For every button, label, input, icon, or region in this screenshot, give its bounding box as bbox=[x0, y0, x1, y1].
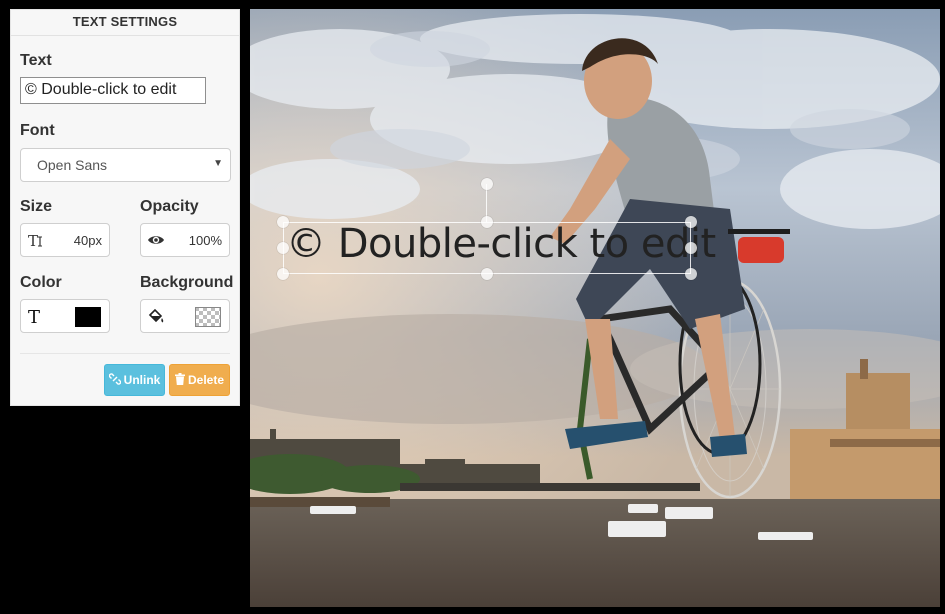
opacity-value: 100% bbox=[188, 233, 222, 248]
unlink-button[interactable]: Unlink bbox=[104, 364, 165, 396]
resize-handle-right[interactable] bbox=[685, 242, 697, 254]
text-size-icon: T bbox=[27, 231, 45, 250]
resize-handle-top[interactable] bbox=[481, 216, 493, 228]
resize-handle-left[interactable] bbox=[277, 242, 289, 254]
delete-label: Delete bbox=[187, 373, 225, 387]
size-label: Size bbox=[20, 198, 53, 215]
transparent-swatch bbox=[195, 307, 221, 327]
rotate-handle[interactable] bbox=[481, 178, 493, 190]
font-select[interactable]: Open Sans ▼ bbox=[20, 148, 231, 182]
panel-title: TEXT SETTINGS bbox=[11, 10, 239, 36]
delete-button[interactable]: Delete bbox=[169, 364, 230, 396]
background-picker[interactable] bbox=[140, 299, 230, 333]
eye-icon bbox=[147, 231, 165, 249]
color-picker[interactable]: T bbox=[20, 299, 110, 333]
svg-text:T: T bbox=[28, 307, 40, 325]
background-photo bbox=[250, 9, 940, 607]
unlink-icon bbox=[108, 372, 121, 388]
font-select-value: Open Sans bbox=[37, 157, 108, 173]
font-label: Font bbox=[20, 122, 55, 139]
resize-handle-top-left[interactable] bbox=[277, 216, 289, 228]
panel-divider bbox=[20, 353, 230, 354]
resize-handle-bottom[interactable] bbox=[481, 268, 493, 280]
opacity-label: Opacity bbox=[140, 198, 199, 215]
resize-handle-top-right[interactable] bbox=[685, 216, 697, 228]
text-label: Text bbox=[20, 52, 52, 69]
text-color-icon: T bbox=[27, 307, 45, 328]
canvas-text-overlay[interactable]: © Double-click to edit bbox=[286, 221, 716, 267]
size-input[interactable]: T 40px bbox=[20, 223, 110, 257]
paint-bucket-icon bbox=[147, 307, 165, 325]
opacity-input[interactable]: 100% bbox=[140, 223, 230, 257]
image-canvas[interactable]: © Double-click to edit bbox=[250, 9, 940, 607]
background-label: Background bbox=[140, 274, 234, 291]
unlink-label: Unlink bbox=[123, 373, 161, 387]
text-settings-panel: TEXT SETTINGS Text © Double-click to edi… bbox=[10, 9, 240, 406]
resize-handle-bottom-left[interactable] bbox=[277, 268, 289, 280]
chevron-down-icon: ▼ bbox=[213, 158, 223, 169]
svg-text:T: T bbox=[28, 232, 38, 249]
color-label: Color bbox=[20, 274, 62, 291]
size-value: 40px bbox=[73, 233, 102, 248]
trash-icon bbox=[174, 372, 185, 388]
color-swatch bbox=[75, 307, 101, 327]
text-field[interactable]: © Double-click to edit bbox=[20, 77, 206, 104]
resize-handle-bottom-right[interactable] bbox=[685, 268, 697, 280]
